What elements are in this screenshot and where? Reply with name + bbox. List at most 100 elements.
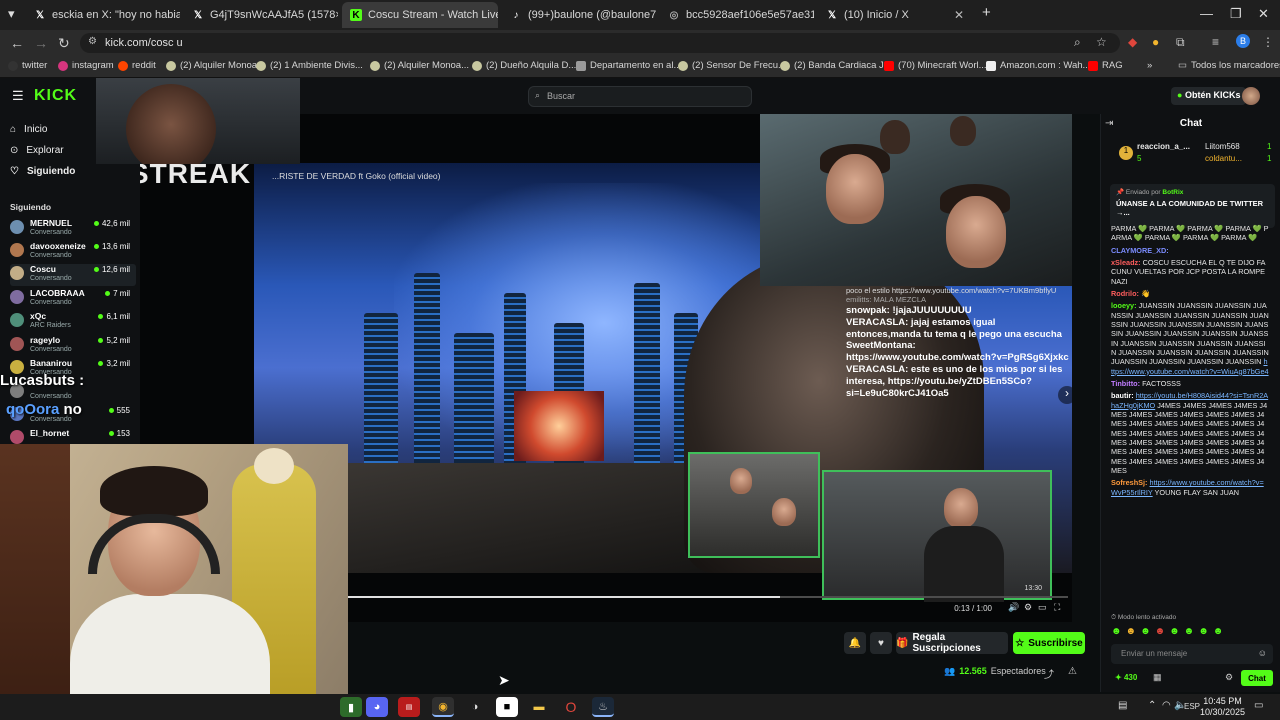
system-clock[interactable]: 10:45 PM 10/30/2025	[1200, 696, 1245, 719]
chrome-icon[interactable]: ◉	[432, 697, 454, 717]
bookmark-item[interactable]: twitter	[8, 60, 47, 71]
bookmark-item[interactable]: instagram	[58, 60, 114, 71]
bookmark-star-icon[interactable]: ☆	[1096, 35, 1107, 49]
bookmark-item[interactable]: (2) Banda Cardiaca J...	[780, 60, 892, 71]
chat-settings-icon[interactable]: ⚙	[1225, 672, 1233, 683]
chat-send-button[interactable]: Chat	[1241, 670, 1273, 686]
hamburger-menu-icon[interactable]: ☰	[12, 88, 24, 104]
subscribe-button[interactable]: ☆ Suscribirse	[1013, 632, 1085, 654]
wifi-icon[interactable]: ◠	[1162, 700, 1171, 711]
steam-icon[interactable]: ♨	[592, 697, 614, 717]
bookmark-item[interactable]: (2) Sensor De Frecu...	[678, 60, 786, 71]
bookmark-item[interactable]: RAG	[1088, 60, 1123, 71]
followed-channel[interactable]: MERNUEL Conversando 42,6 mil	[10, 218, 136, 240]
emote-icon[interactable]: ☻	[1198, 626, 1209, 640]
bookmarks-overflow-icon[interactable]: »	[1147, 60, 1152, 71]
video-overlay-title: ...RISTE DE VERDAD ft Goko (official vid…	[272, 171, 441, 181]
language-indicator[interactable]: ESP	[1184, 702, 1200, 711]
rewards-icon[interactable]: ▦	[1153, 672, 1162, 683]
emoji-picker-icon[interactable]: ☺	[1258, 648, 1267, 658]
settings-icon[interactable]: ⚙	[1024, 602, 1032, 613]
get-kicks-button[interactable]: ● Obtén KICKs	[1171, 87, 1247, 105]
followed-channel[interactable]: xQc ARC Raiders 6,1 mil	[10, 311, 136, 333]
all-bookmarks-folder[interactable]: ▭ Todos los marcadores	[1178, 60, 1280, 71]
emote-icon[interactable]: ☻	[1111, 626, 1122, 640]
browser-tab[interactable]: 𝕏 esckia en X: "hoy no habia mu ✕	[26, 2, 180, 28]
zoom-icon[interactable]: ⌕	[1074, 35, 1081, 50]
emote-icon[interactable]: ☻	[1213, 626, 1224, 640]
site-info-icon[interactable]: ⚙	[88, 36, 97, 47]
follow-heart-button[interactable]: ♥	[870, 632, 892, 654]
discord-icon[interactable]: ◕	[366, 697, 388, 717]
share-icon[interactable]: ⤴	[1044, 666, 1054, 681]
bookmark-item[interactable]: (2) Alquiler Monoa...	[166, 60, 265, 71]
app-icon[interactable]: ▮	[340, 697, 362, 717]
channel-points[interactable]: ✦ 430	[1115, 673, 1137, 682]
bookmark-item[interactable]: (2) 1 Ambiente Divis...	[256, 60, 363, 71]
minimize-icon[interactable]: —	[1200, 6, 1213, 21]
reload-icon[interactable]: ↻	[58, 35, 70, 52]
notifications-icon[interactable]: ▭	[1254, 700, 1263, 711]
progress-bar[interactable]	[348, 596, 1068, 598]
sidebar-item-following[interactable]: ♡ Siguiendo	[10, 166, 75, 177]
close-icon[interactable]: ✕	[954, 8, 964, 22]
show-hidden-icons-icon[interactable]: ⌃	[1148, 700, 1156, 711]
user-avatar[interactable]	[1242, 87, 1260, 105]
menu-kebab-icon[interactable]: ⋮	[1262, 35, 1274, 49]
emote-icon[interactable]: ☻	[1184, 626, 1195, 640]
fullscreen-icon[interactable]: ⛶	[1054, 602, 1060, 613]
forward-icon[interactable]: →	[34, 35, 48, 51]
url-input[interactable]: ⚙ kick.com/cosc u	[80, 33, 1120, 53]
new-tab-icon[interactable]: +	[982, 4, 991, 21]
emote-icon[interactable]: ☻	[1140, 626, 1151, 640]
close-window-icon[interactable]: ✕	[1258, 6, 1269, 22]
bookmark-item[interactable]: (2) Alquiler Monoa...	[370, 60, 469, 71]
app-icon[interactable]: ■	[496, 697, 518, 717]
volume-icon[interactable]: 🔊	[1008, 602, 1019, 613]
address-toolbar: ← → ↻ ⚙ kick.com/cosc u ⌕ ☆ ◆ ● ⧉ ≡ B ⋮	[0, 30, 1280, 56]
followed-channel-active[interactable]: Coscu Conversando 12,6 mil	[10, 264, 136, 286]
tray-icon[interactable]: ▤	[1118, 700, 1127, 711]
opera-icon[interactable]: O	[560, 697, 582, 717]
file-explorer-icon[interactable]: ▬	[528, 697, 550, 717]
browser-tab[interactable]: 𝕏 G4jT9snWcAAJfA5 (1578×934) ✕	[184, 2, 338, 28]
bookmark-item[interactable]: reddit	[118, 60, 156, 71]
maximize-icon[interactable]: ❐	[1230, 6, 1242, 22]
theater-icon[interactable]: ▭	[1038, 602, 1047, 613]
sidebar-item-home[interactable]: ⌂ Inicio	[10, 124, 47, 135]
profile-avatar-icon[interactable]: B	[1236, 34, 1250, 48]
puzzle-icon[interactable]: ⧉	[1176, 35, 1185, 50]
tab-search-icon[interactable]: ▾	[8, 6, 15, 22]
emote-icon[interactable]: ☻	[1169, 626, 1180, 640]
bookmark-item[interactable]: Amazon.com : Wah...	[986, 60, 1090, 71]
emote-icon[interactable]: ☻	[1126, 626, 1137, 640]
bell-icon[interactable]: 🔔	[844, 632, 866, 654]
pinned-message[interactable]: 📌 Enviado por BotRix ÚNANSE A LA COMUNID…	[1110, 184, 1275, 228]
sidebar-item-explore[interactable]: ⊙ Explorar	[10, 145, 64, 156]
followed-channel[interactable]: LACOBRAAA Conversando 7 mil	[10, 288, 136, 310]
emote-icon[interactable]: ☻	[1155, 626, 1166, 640]
next-arrow-icon[interactable]: ›	[1058, 386, 1072, 404]
app-icon[interactable]: ▤	[398, 697, 420, 717]
browser-tab-active[interactable]: K Coscu Stream - Watch Live on K ✕	[342, 2, 498, 28]
obs-icon[interactable]: ◑	[464, 697, 486, 717]
back-icon[interactable]: ←	[10, 35, 24, 51]
tab-label: esckia en X: "hoy no habia mu	[52, 9, 180, 21]
chat-input[interactable]: Enviar un mensaje ☺	[1111, 644, 1273, 664]
browser-tab[interactable]: ◎ bcc5928aef106e5e57ae31cc682 ✕	[660, 2, 814, 28]
browser-tab[interactable]: ♪ (99+)baulone (@baulone7) | Tik ✕	[502, 2, 657, 28]
bookmark-item[interactable]: Departamento en al...	[576, 60, 681, 71]
followed-channel[interactable]: davooxeneize Conversando 13,6 mil	[10, 241, 136, 263]
browser-tab[interactable]: 𝕏 (10) Inicio / X ✕	[818, 2, 972, 28]
extension-icon[interactable]: ◆	[1128, 35, 1137, 49]
gift-subs-button[interactable]: 🎁 Regala Suscripciones	[896, 632, 1008, 654]
bookmark-item[interactable]: (2) Dueño Alquila D...	[472, 60, 576, 71]
report-icon[interactable]: ⚠	[1068, 666, 1077, 677]
clock-icon: ⏱	[1111, 614, 1117, 621]
search-input[interactable]: ⌕ Buscar	[528, 86, 752, 107]
followed-channel[interactable]: rageylo Conversando 5,2 mil	[10, 335, 136, 357]
bookmark-item[interactable]: (70) Minecraft Worl...	[884, 60, 987, 71]
kick-logo[interactable]: KICK	[34, 87, 77, 105]
extension-icon[interactable]: ●	[1152, 35, 1159, 49]
reading-list-icon[interactable]: ≡	[1212, 35, 1219, 49]
